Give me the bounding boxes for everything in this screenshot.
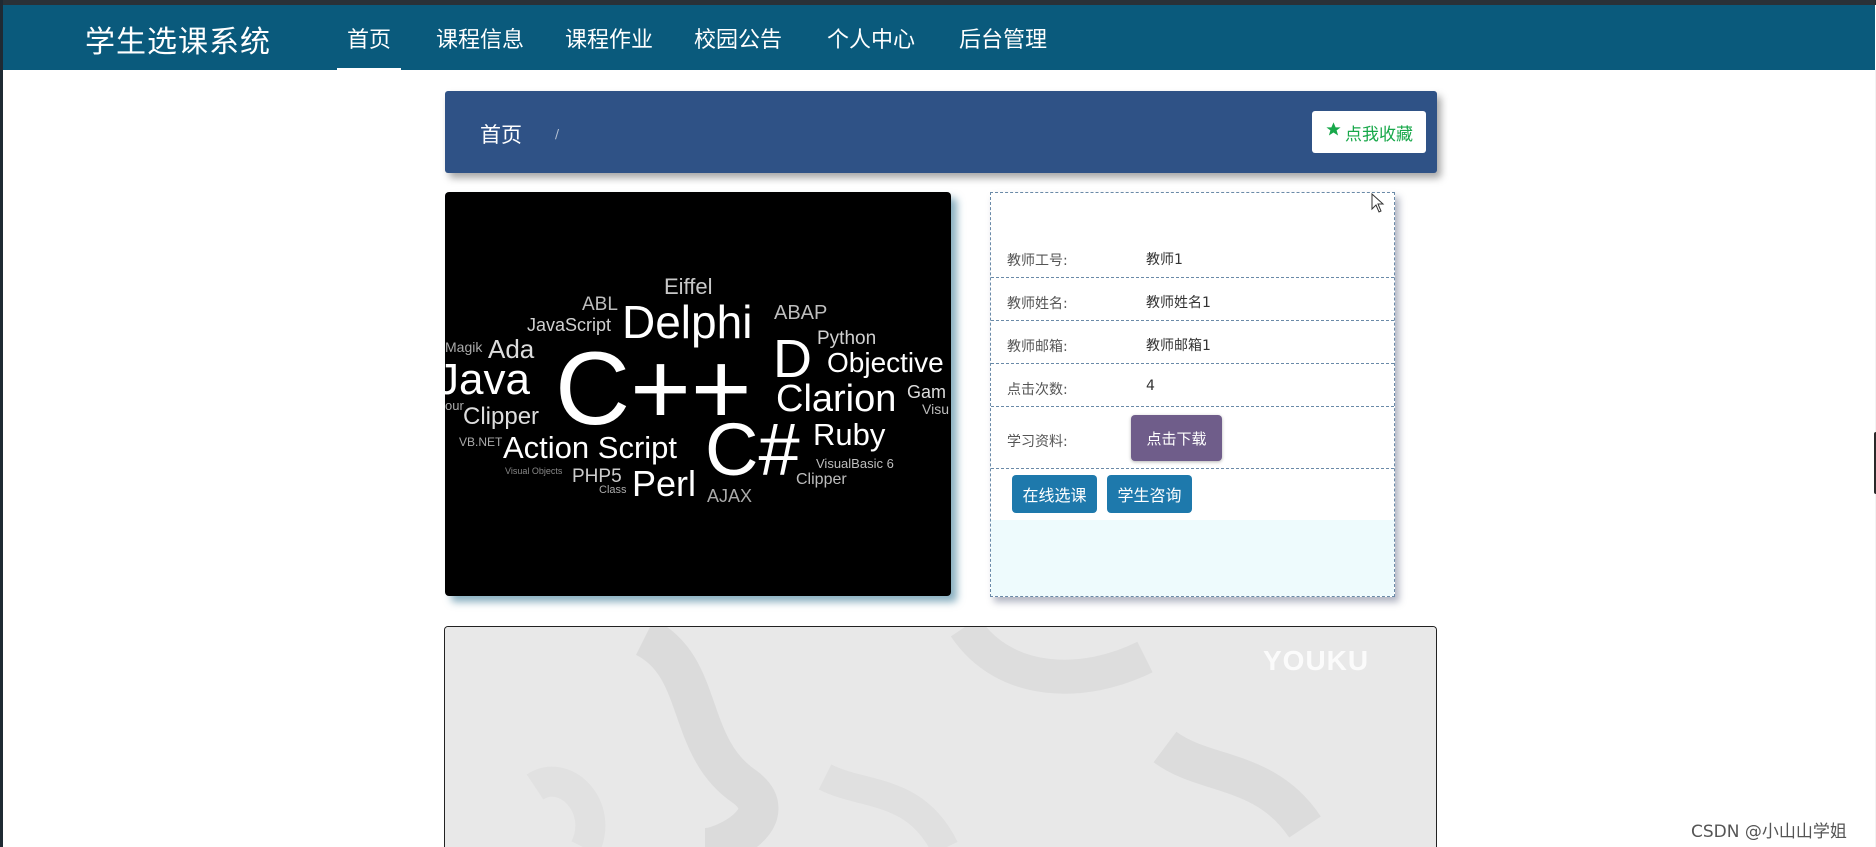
word-visu: Visu (922, 401, 949, 417)
teacher-name-label: 教师姓名: (1007, 296, 1068, 312)
row-teacher-id: 教师工号: 教师1 (991, 235, 1394, 278)
click-count-value: 4 (1146, 378, 1155, 394)
word-python: Python (817, 328, 876, 349)
breadcrumb-home[interactable]: 首页 (480, 119, 522, 149)
word-ajax: AJAX (707, 486, 752, 506)
row-click-count: 点击次数: 4 (991, 364, 1394, 407)
nav-item-admin[interactable]: 后台管理 (959, 22, 1047, 70)
row-teacher-email: 教师邮箱: 教师邮箱1 (991, 321, 1394, 364)
word-action-script: Action Script (503, 430, 677, 465)
word-clipper-small: Clipper (796, 471, 847, 488)
youku-logo: YOUKU (1263, 645, 1370, 676)
word-csharp: C# (705, 408, 800, 491)
word-our: our (445, 398, 464, 413)
teacher-id-value: 教师1 (1146, 252, 1183, 268)
word-java: Java (445, 355, 530, 404)
teacher-email-label: 教师邮箱: (1007, 339, 1068, 355)
breadcrumb-separator: / (555, 127, 560, 141)
brand-title: 学生选课系统 (85, 25, 271, 60)
info-card-footer (991, 520, 1394, 596)
nav-item-campus-notice[interactable]: 校园公告 (694, 22, 782, 70)
favorite-button[interactable]: 点我收藏 (1312, 111, 1426, 153)
course-cover-image: Eiffel ABL JavaScript Delphi ABAP Python… (445, 192, 951, 596)
word-magik: Magik (445, 339, 483, 355)
favorite-label: 点我收藏 (1345, 124, 1413, 145)
click-count-label: 点击次数: (1007, 382, 1068, 398)
csdn-watermark: CSDN @小山山学姐 (1691, 822, 1847, 842)
star-icon (1325, 121, 1342, 143)
teacher-email-value: 教师邮箱1 (1146, 338, 1211, 354)
top-navbar: 学生选课系统 首页 课程信息 课程作业 校园公告 个人中心 后台管理 (3, 5, 1875, 71)
word-class: Class (599, 484, 627, 496)
mouse-cursor-icon (1371, 192, 1385, 217)
nav-item-course-homework[interactable]: 课程作业 (565, 22, 653, 70)
word-perl: Perl (632, 463, 696, 504)
teacher-info-card: 教师工号: 教师1 教师姓名: 教师姓名1 教师邮箱: 教师邮箱1 点击次数: … (990, 192, 1395, 597)
nav-item-home[interactable]: 首页 (336, 22, 402, 71)
course-video-player[interactable]: YOUKU (444, 626, 1437, 847)
teacher-name-value: 教师姓名1 (1146, 295, 1211, 311)
word-ruby: Ruby (813, 417, 886, 452)
nav-item-personal-center[interactable]: 个人中心 (827, 22, 915, 70)
nav-item-course-info[interactable]: 课程信息 (436, 22, 524, 70)
breadcrumb-bar: 首页 / 点我收藏 (445, 91, 1437, 173)
word-abap: ABAP (774, 302, 827, 324)
word-vbnet: VB.NET (459, 435, 503, 449)
teacher-id-label: 教师工号: (1007, 253, 1068, 269)
word-visual-objects: Visual Objects (505, 466, 563, 476)
download-button[interactable]: 点击下载 (1131, 415, 1222, 461)
study-material-label: 学习资料: (1007, 434, 1068, 450)
row-teacher-name: 教师姓名: 教师姓名1 (991, 278, 1394, 321)
row-study-material: 学习资料: 点击下载 (991, 407, 1394, 469)
word-clipper: Clipper (463, 403, 539, 430)
row-actions (991, 469, 1394, 521)
word-abl: ABL (582, 294, 618, 315)
word-gam: Gam (907, 382, 946, 402)
word-objective: Objective (827, 347, 944, 378)
word-visualbasic6: VisualBasic 6 (816, 456, 894, 471)
